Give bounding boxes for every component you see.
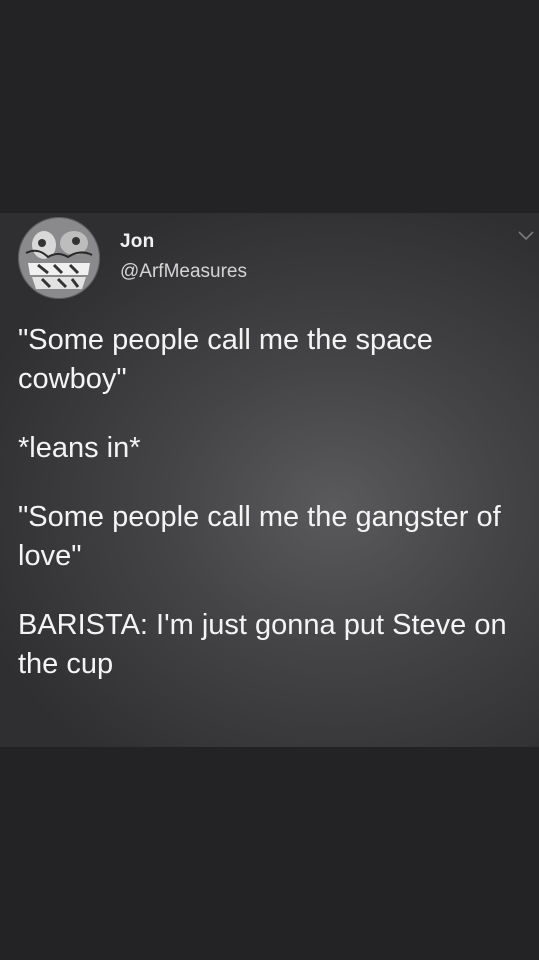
author-handle[interactable]: @ArfMeasures — [120, 261, 247, 283]
tweet-paragraph: "Some people call me the gangster of lov… — [18, 501, 501, 572]
tweet-card[interactable]: Jon @ArfMeasures "Some people call me th… — [0, 213, 539, 747]
tweet-paragraph: BARISTA: I'm just gonna put Steve on the… — [18, 609, 507, 680]
tweet-paragraph: "Some people call me the space cowboy" — [18, 324, 433, 395]
author-name[interactable]: Jon — [120, 231, 154, 253]
chevron-down-icon[interactable] — [517, 229, 535, 243]
tweet-paragraph: *leans in* — [18, 432, 141, 464]
avatar[interactable] — [18, 217, 100, 299]
avatar-image — [18, 217, 100, 299]
tweet-text: "Some people call me the space cowboy" *… — [18, 321, 523, 714]
screenshot-page: Jon @ArfMeasures "Some people call me th… — [0, 0, 539, 960]
